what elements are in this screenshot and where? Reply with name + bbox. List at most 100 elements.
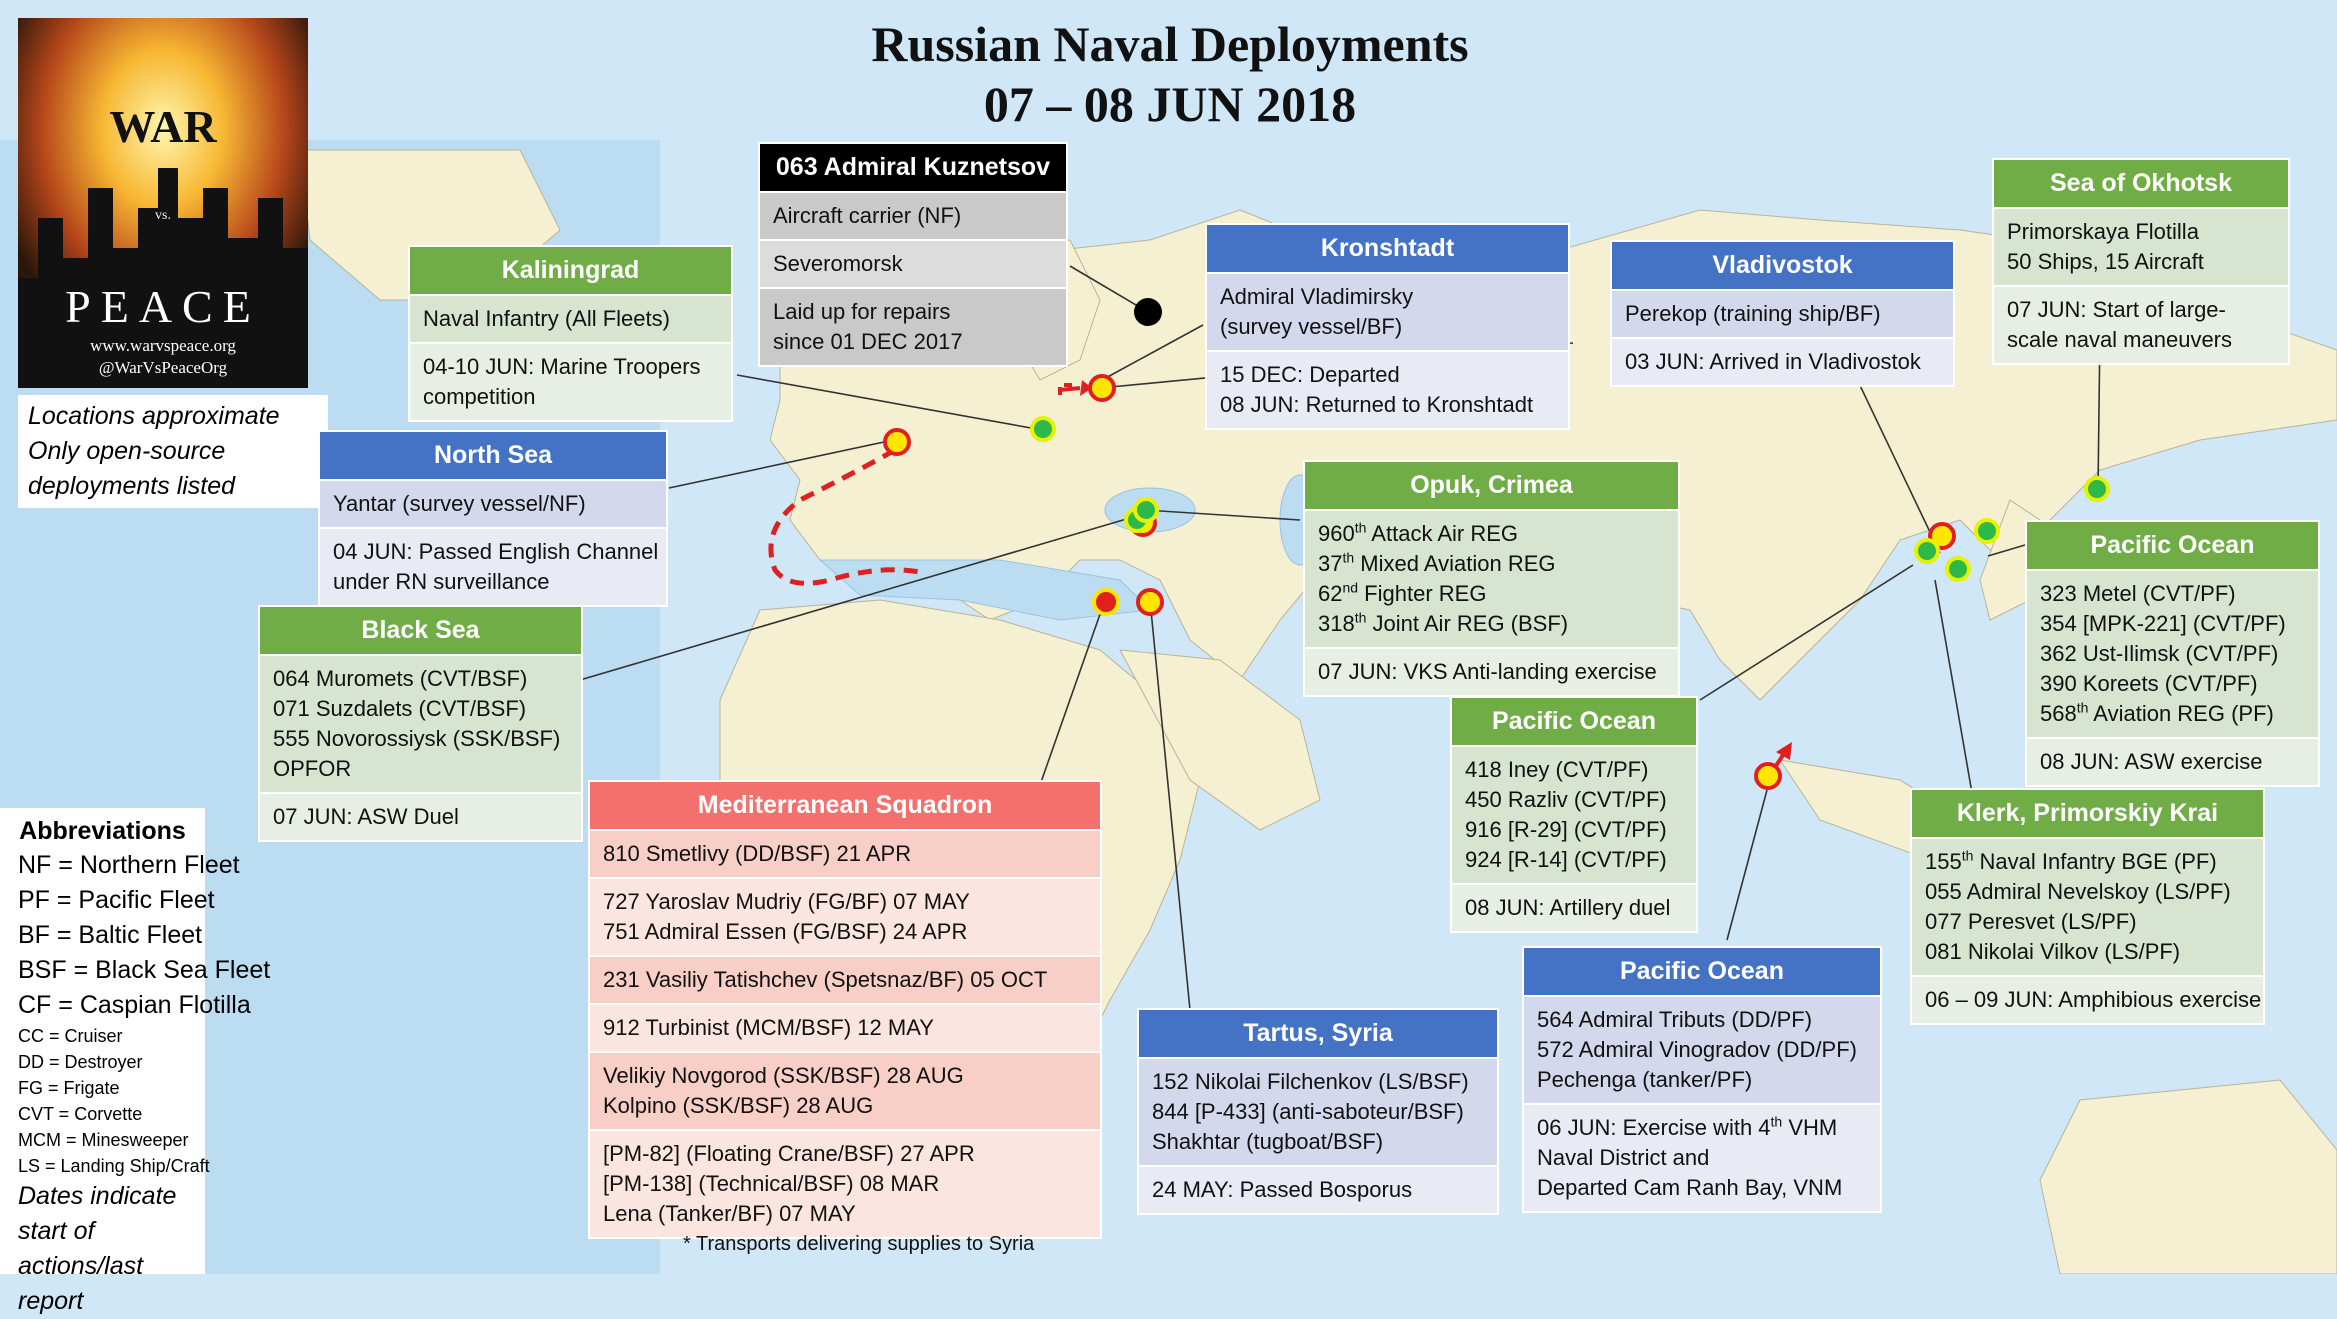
- box-row: 418 Iney (CVT/PF) 450 Razliv (CVT/PF) 91…: [1450, 747, 1698, 885]
- exercise-text: 06 JUN: Exercise with 4: [1537, 1115, 1771, 1140]
- box-row: 15 DEC: Departed 08 JUN: Returned to Kron…: [1205, 352, 1570, 430]
- box-row: 07 JUN: ASW Duel: [258, 794, 583, 842]
- box-row: Admiral Vladimirsky (survey vessel/BF): [1205, 274, 1570, 352]
- row-line: 07 JUN: Start of large-: [2007, 297, 2226, 322]
- box-row: 810 Smetlivy (DD/BSF) 21 APR: [588, 831, 1102, 879]
- box-row: 912 Turbinist (MCM/BSF) 12 MAY: [588, 1005, 1102, 1053]
- box-row: 727 Yaroslav Mudriy (FG/BF) 07 MAY 751 Ad…: [588, 879, 1102, 957]
- abbr-item: CC = Cruiser: [18, 1026, 123, 1046]
- row-line: 064 Muromets (CVT/BSF): [273, 666, 528, 691]
- box-header: 063 Admiral Kuznetsov: [758, 142, 1068, 193]
- row-line: Velikiy Novgorod (SSK/BSF) 28 AUG: [603, 1063, 964, 1088]
- logo-word-peace: PEACE: [65, 281, 261, 332]
- row-line: Kolpino (SSK/BSF) 28 AUG: [603, 1093, 874, 1118]
- box-header: Vladivostok: [1610, 240, 1955, 291]
- row-line: 62nd Fighter REG: [1318, 579, 1665, 609]
- box-row: 04 JUN: Passed English Channel under RN s…: [318, 529, 668, 607]
- row-line: 354 [MPK-221] (CVT/PF): [2040, 611, 2286, 636]
- north-sea-marker: [883, 428, 911, 456]
- reg-name: Attack Air REG: [1366, 521, 1519, 546]
- row-line: 155th Naval Infantry BGE (PF): [1925, 847, 2250, 877]
- row-line: 916 [R-29] (CVT/PF): [1465, 817, 1667, 842]
- map-title: Russian Naval Deployments 07 – 08 JUN 20…: [760, 14, 1580, 134]
- row-line: competition: [423, 384, 536, 409]
- ordinal: th: [1354, 519, 1367, 536]
- vnm-marker: [1754, 762, 1782, 790]
- dates-note-line2: actions/last report: [18, 1252, 144, 1315]
- box-row: 064 Muromets (CVT/BSF) 071 Suzdalets (CV…: [258, 656, 583, 794]
- row-line: OPFOR: [273, 756, 352, 781]
- abbr-item: CVT = Corvette: [18, 1104, 143, 1124]
- abbr-item: LS = Landing Ship/Craft: [18, 1156, 210, 1176]
- row-line: 390 Koreets (CVT/PF): [2040, 671, 2258, 696]
- kronshtadt-box: Kronshtadt Admiral Vladimirsky (survey ve…: [1205, 223, 1570, 430]
- box-header: Opuk, Crimea: [1303, 460, 1680, 511]
- abbr-item: BF = Baltic Fleet: [18, 921, 203, 949]
- row-line: 37th Mixed Aviation REG: [1318, 549, 1665, 579]
- ordinal: th: [2076, 699, 2089, 716]
- row-line: 04 JUN: Passed English Channel: [333, 539, 659, 564]
- row-line: 323 Metel (CVT/PF): [2040, 581, 2236, 606]
- opuk-marker: [1133, 497, 1159, 523]
- abbr-item: NF = Northern Fleet: [18, 851, 240, 879]
- row-line: 450 Razliv (CVT/PF): [1465, 787, 1667, 812]
- kuznetsov-box: 063 Admiral Kuznetsov Aircraft carrier (…: [758, 142, 1068, 367]
- row-line: 362 Ust-Ilimsk (CVT/PF): [2040, 641, 2279, 666]
- box-row: 07 JUN: VKS Anti-landing exercise: [1303, 649, 1680, 697]
- vladivostok-box: Vladivostok Perekop (training ship/BF) 0…: [1610, 240, 1955, 387]
- box-header: Pacific Ocean: [2025, 520, 2320, 571]
- box-header: Black Sea: [258, 605, 583, 656]
- box-row: 152 Nikolai Filchenkov (LS/BSF) 844 [P-4…: [1137, 1059, 1499, 1167]
- row-line: 50 Ships, 15 Aircraft: [2007, 249, 2204, 274]
- row-line: Admiral Vladimirsky: [1220, 284, 1414, 309]
- reg-number: 568: [2040, 701, 2077, 726]
- box-row: 06 JUN: Exercise with 4th VHM Naval Dist…: [1522, 1105, 1882, 1213]
- ordinal: nd: [1342, 579, 1359, 596]
- note-line1: Locations approximate: [28, 402, 280, 430]
- row-line: 418 Iney (CVT/PF): [1465, 757, 1649, 782]
- box-header: Kaliningrad: [408, 245, 733, 296]
- ordinal: th: [1342, 549, 1355, 566]
- footnote: * Transports delivering supplies to Syri…: [683, 1233, 1035, 1255]
- row-line: 555 Novorossiysk (SSK/BSF): [273, 726, 561, 751]
- abbr-item: CF = Caspian Flotilla: [18, 991, 251, 1019]
- box-row: 08 JUN: Artillery duel: [1450, 885, 1698, 933]
- box-row: Primorskaya Flotilla 50 Ships, 15 Aircraf…: [1992, 209, 2290, 287]
- row-line: under RN surveillance: [333, 569, 550, 594]
- row-line: (survey vessel/BF): [1220, 314, 1403, 339]
- reg-number: 37: [1318, 551, 1343, 576]
- row-line: Lena (Tanker/BF) 07 MAY: [603, 1201, 856, 1226]
- dates-note-line1: Dates indicate start of: [18, 1182, 177, 1245]
- okhotsk-box: Sea of Okhotsk Primorskaya Flotilla 50 Sh…: [1992, 158, 2290, 365]
- title-line1: Russian Naval Deployments: [871, 16, 1469, 72]
- box-row: 564 Admiral Tributs (DD/PF) 572 Admiral …: [1522, 997, 1882, 1105]
- logo-word-vs: vs.: [155, 208, 171, 223]
- ordinal: th: [1961, 847, 1974, 864]
- box-header: Mediterranean Squadron: [588, 780, 1102, 831]
- box-row: 24 MAY: Passed Bosporus: [1137, 1167, 1499, 1215]
- box-row: 06 – 09 JUN: Amphibious exercise: [1910, 977, 2265, 1025]
- abbr-item: FG = Frigate: [18, 1078, 120, 1098]
- row-line: scale naval maneuvers: [2007, 327, 2233, 352]
- logo-url: www.warvspeace.org: [90, 336, 236, 355]
- box-header: Kronshtadt: [1205, 223, 1570, 274]
- row-line: Pechenga (tanker/PF): [1537, 1067, 1753, 1092]
- logo-handle: @WarVsPeaceOrg: [98, 358, 228, 377]
- row-line: 08 JUN: Returned to Kronshtadt: [1220, 392, 1534, 417]
- opuk-box: Opuk, Crimea 960th Attack Air REG 37th M…: [1303, 460, 1680, 697]
- abbr-item: MCM = Minesweeper: [18, 1130, 189, 1150]
- box-row: Yantar (survey vessel/NF): [318, 481, 668, 529]
- bge-number: 155: [1925, 849, 1962, 874]
- klerk-box: Klerk, Primorskiy Krai 155th Naval Infan…: [1910, 788, 2265, 1025]
- box-header: Klerk, Primorskiy Krai: [1910, 788, 2265, 839]
- row-line: [PM-82] (Floating Crane/BSF) 27 APR: [603, 1141, 975, 1166]
- row-line: 04-10 JUN: Marine Troopers: [423, 354, 701, 379]
- reg-name: Joint Air REG (BSF): [1366, 611, 1569, 636]
- reg-number: 960: [1318, 521, 1355, 546]
- tartus-marker: [1136, 588, 1164, 616]
- row-line: 844 [P-433] (anti-saboteur/BSF): [1152, 1099, 1464, 1124]
- row-line: 568th Aviation REG (PF): [2040, 699, 2305, 729]
- black-sea-box: Black Sea 064 Muromets (CVT/BSF) 071 Suz…: [258, 605, 583, 842]
- med-marker: [1092, 588, 1120, 616]
- box-row: Severomorsk: [758, 241, 1068, 289]
